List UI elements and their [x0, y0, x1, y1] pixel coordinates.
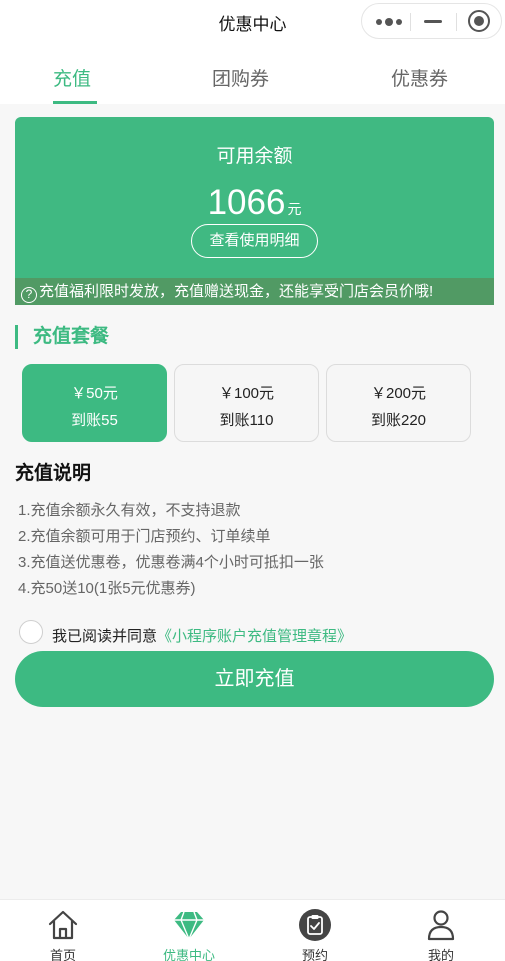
tabbar-booking[interactable]: 预约 [252, 900, 378, 961]
tab-recharge[interactable]: 充值 [53, 64, 91, 91]
packages-title: 充值套餐 [15, 325, 109, 349]
tabbar-label: 首页 [49, 948, 76, 961]
question-icon: ? [21, 287, 37, 303]
package-credit: 到账110 [219, 412, 274, 429]
package-credit: 到账220 [370, 412, 427, 429]
description-line: 2.充值余额可用于门店预约、订单续单 [18, 528, 271, 545]
balance-amount: 1066 元 [15, 183, 494, 223]
description-line: 3.充值送优惠卷，优惠卷满4个小时可抵扣一张 [18, 554, 324, 571]
description-title: 充值说明 [15, 463, 92, 484]
tabbar-label: 预约 [301, 948, 328, 961]
agreement-text: 我已阅读并同意《小程序账户充值管理章程》 [52, 625, 352, 646]
package-option-100[interactable]: ￥100元 到账110 [174, 364, 319, 442]
agree-checkbox[interactable] [19, 620, 43, 644]
home-icon [48, 910, 78, 940]
description-line: 1.充值余额永久有效，不支持退款 [18, 502, 241, 519]
tab-coupon[interactable]: 优惠券 [391, 64, 448, 91]
mini-program-capsule [361, 3, 502, 39]
package-option-200[interactable]: ￥200元 到账220 [326, 364, 471, 442]
package-price: ￥50元 [71, 385, 118, 402]
tabbar-mine[interactable]: 我的 [378, 900, 504, 961]
tab-group-coupon[interactable]: 团购券 [212, 64, 269, 91]
tabbar-label: 我的 [427, 948, 454, 961]
balance-card: 可用余额 1066 元 查看使用明细 ? 充值福利限时发放，充值赠送现金，还能享受门… [15, 117, 494, 305]
description-line: 4.充50送10(1张5元优惠券) [18, 580, 196, 597]
close-target-icon[interactable] [468, 10, 490, 32]
recharge-now-button[interactable]: 立即充值 [15, 651, 494, 707]
agreement-label: 我已阅读并同意 [52, 628, 158, 645]
active-tab-indicator [53, 101, 97, 104]
notice-bar: ? 充值福利限时发放，充值赠送现金，还能享受门店会员价哦! [15, 278, 494, 305]
diamond-icon [174, 911, 204, 940]
clipboard-icon [299, 909, 331, 941]
notice-text: 充值福利限时发放，充值赠送现金，还能享受门店会员价哦! [39, 283, 434, 300]
balance-label: 可用余额 [216, 146, 293, 167]
minimize-icon[interactable] [424, 20, 442, 23]
view-details-button[interactable]: 查看使用明细 [191, 224, 318, 258]
package-price: ￥100元 [218, 385, 275, 402]
tabbar-label: 优惠中心 [162, 948, 215, 961]
tabbar-home[interactable]: 首页 [0, 900, 126, 961]
navigation-bar: 优惠中心 [0, 0, 505, 44]
tabbar-discount-center[interactable]: 优惠中心 [126, 900, 252, 961]
package-credit: 到账55 [71, 412, 118, 429]
tab-bar-top: 充值 团购券 优惠券 [0, 44, 505, 104]
package-price: ￥200元 [370, 385, 427, 402]
balance-unit: 元 [287, 201, 302, 217]
user-icon [427, 910, 455, 941]
package-option-50[interactable]: ￥50元 到账55 [22, 364, 167, 442]
bottom-tab-bar: 首页 优惠中心 预约 我的 [0, 899, 505, 961]
balance-value: 1066 [207, 183, 286, 222]
more-icon[interactable] [376, 17, 404, 27]
agreement-link[interactable]: 《小程序账户充值管理章程》 [157, 628, 352, 645]
